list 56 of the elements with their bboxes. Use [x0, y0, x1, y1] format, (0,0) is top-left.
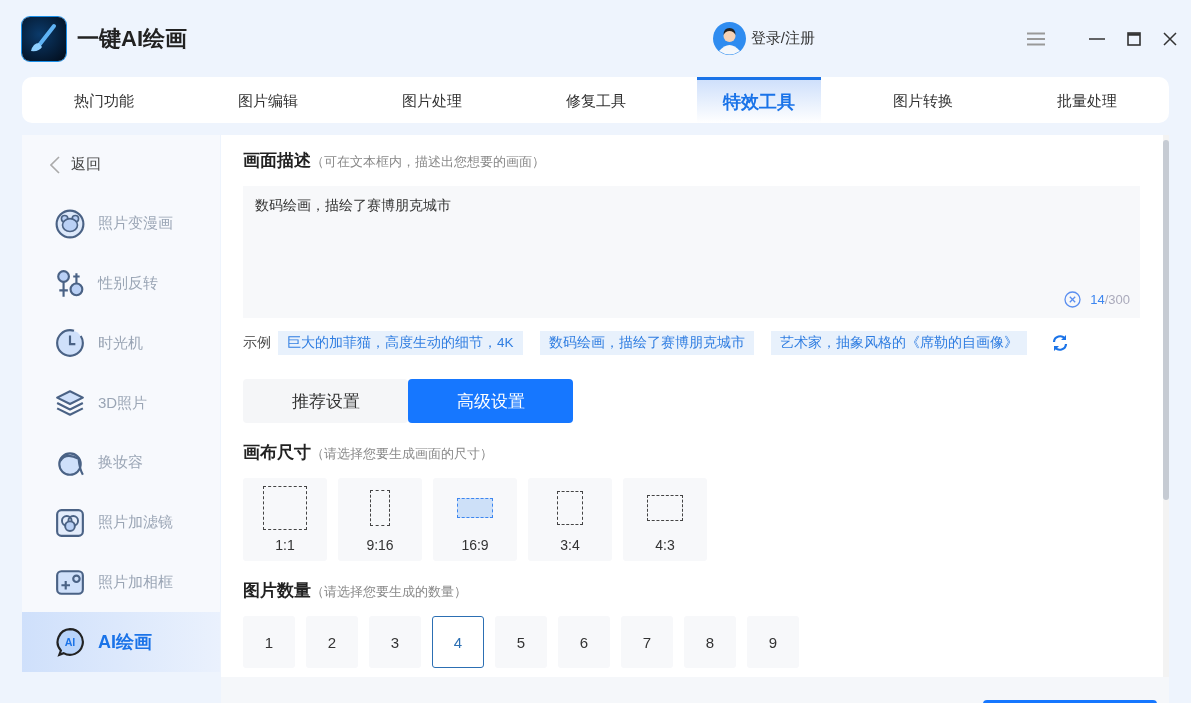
avatar-icon: [712, 22, 746, 55]
tab[interactable]: 批量处理: [1031, 77, 1144, 123]
refresh-icon[interactable]: [1050, 334, 1069, 352]
section-title: 图片数量: [243, 580, 311, 602]
chevron-left-icon: [50, 155, 60, 174]
count-option[interactable]: 3: [369, 616, 421, 668]
tab[interactable]: 特效工具: [697, 77, 822, 123]
cartoon-bear-icon: [55, 208, 85, 239]
example-chip[interactable]: 艺术家，抽象风格的《席勒的自画像》: [770, 331, 1027, 355]
count-option[interactable]: 2: [306, 616, 358, 668]
tab[interactable]: 图片编辑: [211, 77, 324, 123]
count-option[interactable]: 1: [243, 616, 295, 668]
section-hint: （请选择您要生成的数量）: [311, 583, 467, 601]
clear-icon[interactable]: [1064, 291, 1082, 308]
aspect-ratio-option[interactable]: 1:1: [243, 478, 327, 561]
count-option[interactable]: 8: [684, 616, 736, 668]
section-title: 画面描述: [243, 150, 311, 172]
example-chip[interactable]: 数码绘画，描绘了赛博朋克城市: [539, 331, 754, 355]
sidebar-item[interactable]: AI AI绘画: [22, 612, 220, 672]
menu-icon[interactable]: [1027, 31, 1045, 46]
aspect-ratio-option[interactable]: 4:3: [623, 478, 707, 561]
filter-circles-icon: [55, 507, 85, 538]
aspect-ratio-option[interactable]: 16:9: [433, 478, 517, 561]
layers-icon: [55, 388, 85, 419]
section-hint: （可在文本框内，描述出您想要的画面）: [311, 153, 545, 171]
settings-mode-tab[interactable]: 推荐设置: [243, 379, 408, 423]
description-field[interactable]: 数码绘画，描绘了赛博朋克城市 14/300: [243, 186, 1140, 318]
maximize-icon[interactable]: [1127, 31, 1141, 46]
count-option[interactable]: 6: [558, 616, 610, 668]
clock-icon: [55, 328, 85, 359]
section-title: 画布尺寸: [243, 442, 311, 464]
brush-logo-icon: [22, 16, 66, 61]
minimize-icon[interactable]: [1089, 37, 1105, 40]
tab[interactable]: 修复工具: [539, 77, 652, 123]
login-link[interactable]: 登录/注册: [750, 29, 815, 48]
tab[interactable]: 图片转换: [867, 77, 980, 123]
ai-chat-bubble-icon: AI: [55, 627, 85, 658]
aspect-ratio-option[interactable]: 9:16: [338, 478, 422, 561]
count-option[interactable]: 5: [495, 616, 547, 668]
count-option[interactable]: 9: [747, 616, 799, 668]
count-option[interactable]: 7: [621, 616, 673, 668]
tab[interactable]: 图片处理: [375, 77, 488, 123]
character-counter: 14/300: [1090, 292, 1130, 307]
aspect-ratio-option[interactable]: 3:4: [528, 478, 612, 561]
app-title: 一键AI绘画: [77, 24, 187, 53]
back-link[interactable]: 返回: [22, 150, 220, 180]
close-icon[interactable]: [1163, 31, 1177, 46]
photo-frame-icon: [55, 567, 85, 598]
tab[interactable]: 热门功能: [47, 77, 160, 123]
gender-symbols-icon: [55, 268, 85, 299]
example-chip[interactable]: 巨大的加菲猫，高度生动的细节，4K: [278, 331, 523, 355]
count-option[interactable]: 4: [432, 616, 484, 668]
examples-label: 示例: [243, 334, 271, 352]
settings-mode-tab[interactable]: 高级设置: [408, 379, 573, 423]
scrollbar[interactable]: [1163, 135, 1169, 677]
section-hint: （请选择您要生成画面的尺寸）: [311, 445, 493, 463]
